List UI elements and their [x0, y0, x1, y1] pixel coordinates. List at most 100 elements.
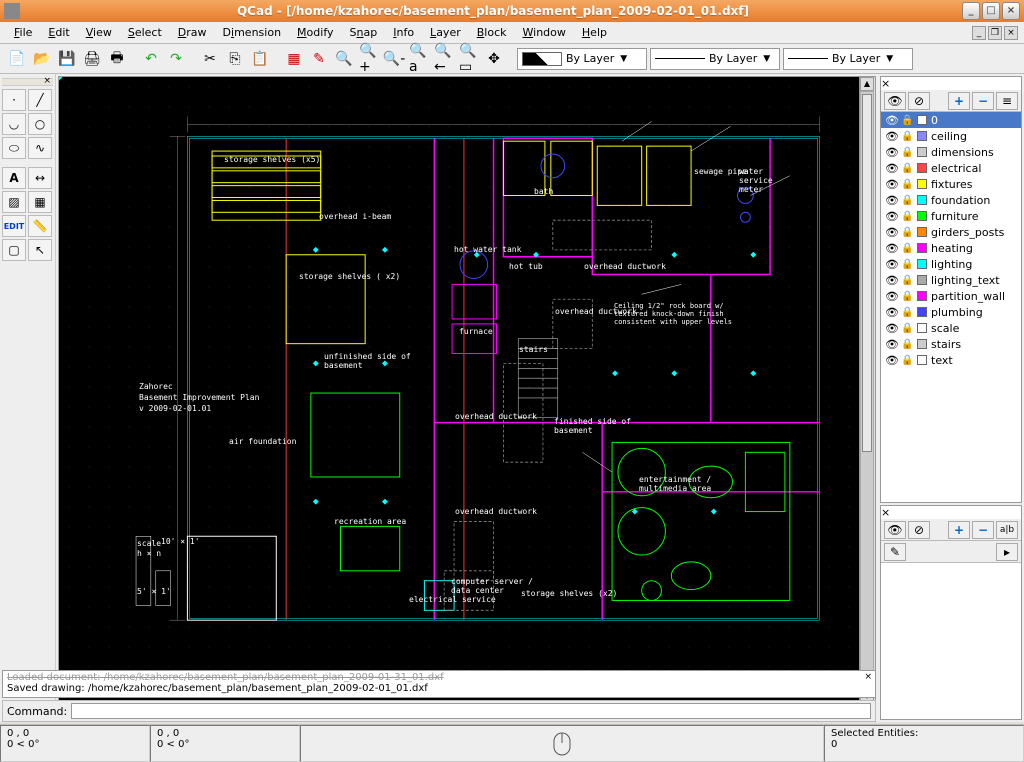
point-tool[interactable]: ·: [2, 89, 26, 111]
menu-draw[interactable]: Draw: [170, 24, 215, 41]
layer-visibility-icon[interactable]: 👁: [885, 178, 897, 191]
save-button[interactable]: 💾: [56, 48, 78, 70]
close-button[interactable]: ×: [1002, 2, 1020, 20]
layer-lock-icon[interactable]: 🔒: [901, 211, 913, 222]
layer-visibility-icon[interactable]: 👁: [885, 194, 897, 207]
menu-block[interactable]: Block: [469, 24, 515, 41]
mdi-minimize-button[interactable]: _: [972, 26, 986, 40]
mdi-close-button[interactable]: ×: [1004, 26, 1018, 40]
layer-row-foundation[interactable]: 👁🔒foundation: [881, 192, 1021, 208]
menu-dimension[interactable]: Dimension: [215, 24, 290, 41]
layer-row-electrical[interactable]: 👁🔒electrical: [881, 160, 1021, 176]
block-edit-button[interactable]: ✎: [884, 543, 906, 561]
layer-lock-icon[interactable]: 🔒: [901, 259, 913, 270]
color-select[interactable]: By Layer ▼: [517, 48, 647, 70]
layer-lock-icon[interactable]: 🔒: [901, 147, 913, 158]
drawing-canvas[interactable]: Zahorec Basement Improvement Plan v 2009…: [59, 77, 859, 703]
menu-edit[interactable]: Edit: [40, 24, 77, 41]
menu-select[interactable]: Select: [120, 24, 170, 41]
block-hideall-button[interactable]: ⊘: [908, 521, 930, 539]
hatch-tool[interactable]: ▨: [2, 191, 26, 213]
layer-visibility-icon[interactable]: 👁: [885, 146, 897, 159]
layer-visibility-icon[interactable]: 👁: [885, 210, 897, 223]
layer-visibility-icon[interactable]: 👁: [885, 354, 897, 367]
minimize-button[interactable]: _: [962, 2, 980, 20]
layer-lock-icon[interactable]: 🔒: [901, 115, 913, 126]
layer-lock-icon[interactable]: 🔒: [901, 307, 913, 318]
zoom-out-button[interactable]: 🔍-: [383, 48, 405, 70]
menu-help[interactable]: Help: [574, 24, 615, 41]
layer-attr-button[interactable]: ≡: [996, 92, 1018, 110]
layer-add-button[interactable]: +: [948, 92, 970, 110]
paste-button[interactable]: 📋: [249, 48, 271, 70]
layer-lock-icon[interactable]: 🔒: [901, 291, 913, 302]
layer-row-0[interactable]: 👁🔒0: [881, 112, 1021, 128]
block-tool[interactable]: ▢: [2, 239, 26, 261]
cut-button[interactable]: ✂: [199, 48, 221, 70]
print-button[interactable]: 🖨: [81, 48, 103, 70]
layer-lock-icon[interactable]: 🔒: [901, 323, 913, 334]
menu-file[interactable]: File: [6, 24, 40, 41]
linewidth-select[interactable]: By Layer ▼: [650, 48, 780, 70]
layer-row-lighting_text[interactable]: 👁🔒lighting_text: [881, 272, 1021, 288]
layer-visibility-icon[interactable]: 👁: [885, 162, 897, 175]
layer-lock-icon[interactable]: 🔒: [901, 243, 913, 254]
layer-visibility-icon[interactable]: 👁: [885, 242, 897, 255]
redo-button[interactable]: ↷: [165, 48, 187, 70]
ellipse-tool[interactable]: ⬭: [2, 137, 26, 159]
layer-visibility-icon[interactable]: 👁: [885, 290, 897, 303]
layer-row-fixtures[interactable]: 👁🔒fixtures: [881, 176, 1021, 192]
layer-lock-icon[interactable]: 🔒: [901, 195, 913, 206]
text-tool[interactable]: A: [2, 167, 26, 189]
layer-visibility-icon[interactable]: 👁: [885, 274, 897, 287]
block-rename-button[interactable]: a|b: [996, 521, 1018, 539]
block-panel-close-icon[interactable]: ×: [881, 506, 1021, 519]
block-remove-button[interactable]: −: [972, 521, 994, 539]
layer-showall-button[interactable]: 👁: [884, 92, 906, 110]
layer-row-partition_wall[interactable]: 👁🔒partition_wall: [881, 288, 1021, 304]
arc-tool[interactable]: ◡: [2, 113, 26, 135]
layer-lock-icon[interactable]: 🔒: [901, 131, 913, 142]
block-add-button[interactable]: +: [948, 521, 970, 539]
edit-tool[interactable]: EDIT: [2, 215, 26, 237]
mdi-restore-button[interactable]: ❐: [988, 26, 1002, 40]
layer-visibility-icon[interactable]: 👁: [885, 130, 897, 143]
undo-button[interactable]: ↶: [140, 48, 162, 70]
zoom-auto-button[interactable]: 🔍a: [408, 48, 430, 70]
zoom-redraw-button[interactable]: 🔍: [333, 48, 355, 70]
new-button[interactable]: 📄: [6, 48, 28, 70]
layer-row-stairs[interactable]: 👁🔒stairs: [881, 336, 1021, 352]
print-preview-button[interactable]: 🖶: [106, 48, 128, 70]
zoom-pan-button[interactable]: ✥: [483, 48, 505, 70]
copy-button[interactable]: ⎘: [224, 48, 246, 70]
zoom-in-button[interactable]: 🔍+: [358, 48, 380, 70]
menu-info[interactable]: Info: [385, 24, 422, 41]
layer-row-dimensions[interactable]: 👁🔒dimensions: [881, 144, 1021, 160]
layer-visibility-icon[interactable]: 👁: [885, 114, 897, 127]
circle-tool[interactable]: ○: [28, 113, 52, 135]
layer-row-furniture[interactable]: 👁🔒furniture: [881, 208, 1021, 224]
layer-row-lighting[interactable]: 👁🔒lighting: [881, 256, 1021, 272]
layer-remove-button[interactable]: −: [972, 92, 994, 110]
dimension-tool[interactable]: ↔: [28, 167, 52, 189]
layer-lock-icon[interactable]: 🔒: [901, 179, 913, 190]
layer-lock-icon[interactable]: 🔒: [901, 163, 913, 174]
layer-lock-icon[interactable]: 🔒: [901, 355, 913, 366]
block-insert-button[interactable]: ▸: [996, 543, 1018, 561]
spline-tool[interactable]: ∿: [28, 137, 52, 159]
menu-layer[interactable]: Layer: [422, 24, 469, 41]
layer-lock-icon[interactable]: 🔒: [901, 339, 913, 350]
layer-row-plumbing[interactable]: 👁🔒plumbing: [881, 304, 1021, 320]
block-showall-button[interactable]: 👁: [884, 521, 906, 539]
scroll-up-button[interactable]: ▲: [860, 77, 874, 91]
select-tool[interactable]: ↖: [28, 239, 52, 261]
layer-visibility-icon[interactable]: 👁: [885, 306, 897, 319]
vertical-scrollbar[interactable]: ▲ ▼: [859, 77, 875, 703]
command-input[interactable]: [71, 703, 871, 719]
menu-snap[interactable]: Snap: [342, 24, 386, 41]
layer-hideall-button[interactable]: ⊘: [908, 92, 930, 110]
zoom-prev-button[interactable]: 🔍←: [433, 48, 455, 70]
menu-modify[interactable]: Modify: [289, 24, 341, 41]
layer-row-heating[interactable]: 👁🔒heating: [881, 240, 1021, 256]
zoom-window-button[interactable]: 🔍▭: [458, 48, 480, 70]
